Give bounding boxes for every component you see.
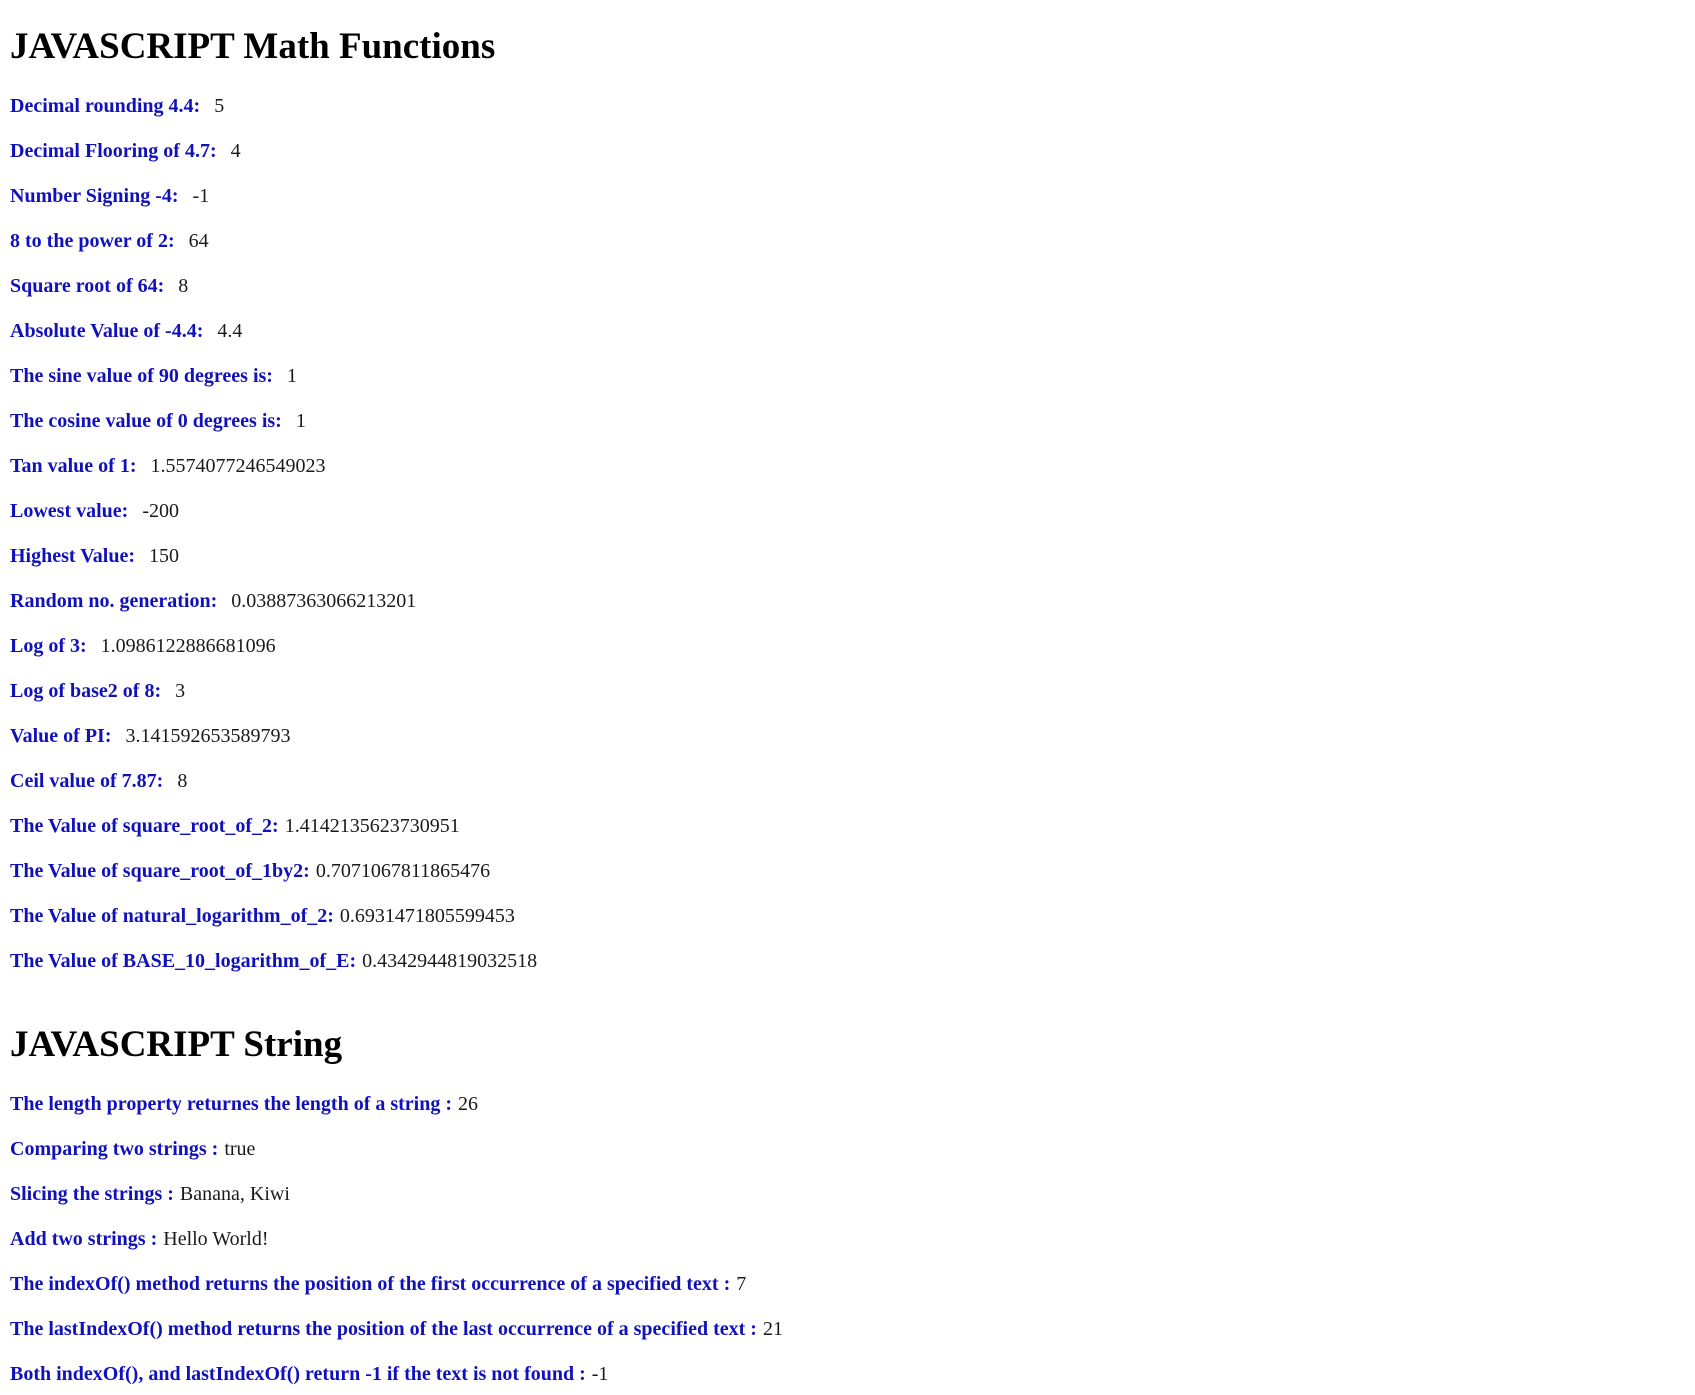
- result-value: 0.4342944819032518: [362, 950, 538, 972]
- list-item: The Value of BASE_10_logarithm_of_E: 0.43…: [10, 947, 537, 992]
- result-label: Both indexOf(), and lastIndexOf() return…: [10, 1363, 586, 1385]
- result-value: 1: [286, 365, 297, 387]
- result-label: Ceil value of 7.87:: [10, 770, 164, 792]
- list-item: The Value of square_root_of_1by2: 0.70710…: [10, 857, 537, 902]
- result-label: The cosine value of 0 degrees is:: [10, 410, 282, 432]
- result-label: Lowest value:: [10, 500, 129, 522]
- list-item: Absolute Value of -4.4: 4.4: [10, 317, 537, 362]
- result-label: 8 to the power of 2:: [10, 230, 175, 252]
- result-label: Add two strings :: [10, 1228, 158, 1250]
- result-value: 0.6931471805599453: [339, 905, 515, 927]
- result-label: The Value of natural_logarithm_of_2:: [10, 905, 334, 927]
- math-results-list: Decimal rounding 4.4: 5 Decimal Flooring …: [10, 92, 537, 992]
- list-item: Tan value of 1: 1.5574077246549023: [10, 452, 537, 497]
- result-value: 4.4: [217, 320, 243, 342]
- list-item: Both indexOf(), and lastIndexOf() return…: [10, 1360, 783, 1395]
- result-label: Tan value of 1:: [10, 455, 137, 477]
- result-label: Slicing the strings :: [10, 1183, 174, 1205]
- result-label: The Value of BASE_10_logarithm_of_E:: [10, 950, 357, 972]
- result-value: 1: [295, 410, 306, 432]
- result-label: Decimal Flooring of 4.7:: [10, 140, 217, 162]
- result-label: The Value of square_root_of_1by2:: [10, 860, 310, 882]
- list-item: Decimal rounding 4.4: 5: [10, 92, 537, 137]
- list-item: The length property returnes the length …: [10, 1090, 783, 1135]
- result-value: 3.141592653589793: [125, 725, 291, 747]
- list-item: The lastIndexOf() method returns the pos…: [10, 1315, 783, 1360]
- result-value: 4: [230, 140, 241, 162]
- result-label: Log of 3:: [10, 635, 87, 657]
- result-label: Highest Value:: [10, 545, 136, 567]
- result-label: Number Signing -4:: [10, 185, 179, 207]
- result-value: 1.0986122886681096: [100, 635, 276, 657]
- list-item: The sine value of 90 degrees is: 1: [10, 362, 537, 407]
- result-label: Absolute Value of -4.4:: [10, 320, 204, 342]
- string-heading: JAVASCRIPT String: [10, 1024, 343, 1065]
- list-item: Log of 3: 1.0986122886681096: [10, 632, 537, 677]
- result-value: 3: [175, 680, 186, 702]
- result-label: The sine value of 90 degrees is:: [10, 365, 273, 387]
- result-label: The lastIndexOf() method returns the pos…: [10, 1318, 757, 1340]
- math-functions-heading: JAVASCRIPT Math Functions: [10, 26, 496, 67]
- list-item: The Value of square_root_of_2: 1.41421356…: [10, 812, 537, 857]
- result-value: 8: [178, 275, 189, 297]
- result-value: -1: [591, 1363, 609, 1385]
- list-item: Square root of 64: 8: [10, 272, 537, 317]
- list-item: Random no. generation: 0.0388736306621320…: [10, 587, 537, 632]
- result-value: 7: [736, 1273, 747, 1295]
- result-value: true: [224, 1138, 256, 1160]
- result-label: Value of PI:: [10, 725, 112, 747]
- result-label: Square root of 64:: [10, 275, 165, 297]
- result-label: Comparing two strings :: [10, 1138, 219, 1160]
- result-value: 26: [458, 1093, 479, 1115]
- list-item: Decimal Flooring of 4.7: 4: [10, 137, 537, 182]
- result-value: -1: [192, 185, 210, 207]
- result-value: 0.03887363066213201: [231, 590, 417, 612]
- list-item: Value of PI: 3.141592653589793: [10, 722, 537, 767]
- list-item: The indexOf() method returns the positio…: [10, 1270, 783, 1315]
- list-item: Lowest value: -200: [10, 497, 537, 542]
- result-value: 1.4142135623730951: [284, 815, 460, 837]
- result-label: Decimal rounding 4.4:: [10, 95, 201, 117]
- result-value: 150: [149, 545, 180, 567]
- list-item: Ceil value of 7.87: 8: [10, 767, 537, 812]
- list-item: Number Signing -4: -1: [10, 182, 537, 227]
- result-value: Banana, Kiwi: [179, 1183, 290, 1205]
- result-value: Hello World!: [163, 1228, 269, 1250]
- list-item: Log of base2 of 8: 3: [10, 677, 537, 722]
- result-value: 1.5574077246549023: [150, 455, 326, 477]
- string-results-list: The length property returnes the length …: [10, 1090, 783, 1395]
- result-label: Random no. generation:: [10, 590, 218, 612]
- list-item: The cosine value of 0 degrees is: 1: [10, 407, 537, 452]
- list-item: Highest Value: 150: [10, 542, 537, 587]
- list-item: The Value of natural_logarithm_of_2: 0.69…: [10, 902, 537, 947]
- result-label: The Value of square_root_of_2:: [10, 815, 279, 837]
- result-label: Log of base2 of 8:: [10, 680, 162, 702]
- list-item: Comparing two strings : true: [10, 1135, 783, 1180]
- result-label: The length property returnes the length …: [10, 1093, 453, 1115]
- result-label: The indexOf() method returns the positio…: [10, 1273, 731, 1295]
- result-value: 8: [177, 770, 188, 792]
- result-value: -200: [142, 500, 179, 522]
- list-item: Add two strings : Hello World!: [10, 1225, 783, 1270]
- result-value: 21: [762, 1318, 783, 1340]
- list-item: Slicing the strings : Banana, Kiwi: [10, 1180, 783, 1225]
- result-value: 5: [214, 95, 225, 117]
- result-value: 0.7071067811865476: [315, 860, 491, 882]
- list-item: 8 to the power of 2: 64: [10, 227, 537, 272]
- result-value: 64: [188, 230, 209, 252]
